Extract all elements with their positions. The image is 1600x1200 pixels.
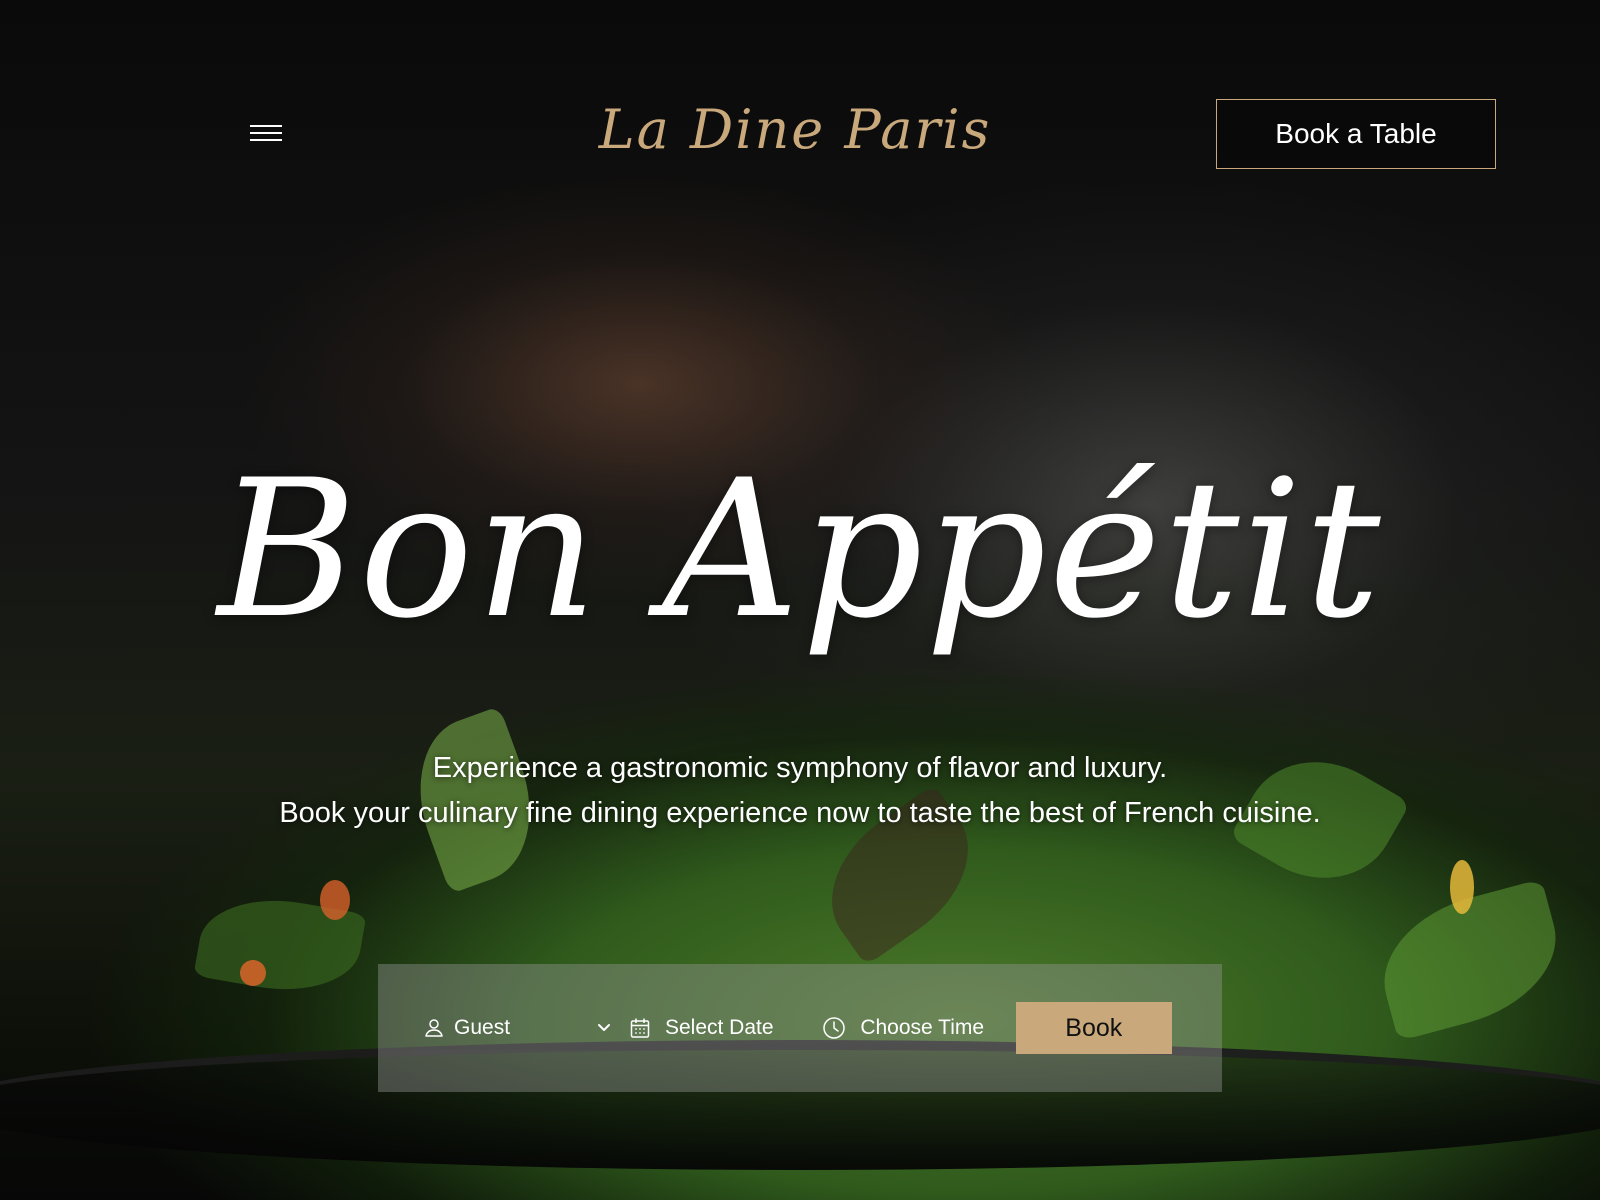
- date-label: Select Date: [664, 1016, 774, 1039]
- time-picker[interactable]: Choose Time: [822, 1016, 1003, 1040]
- hero-tagline-line-1: Experience a gastronomic symphony of fla…: [432, 752, 1168, 784]
- calendar-icon: [630, 1018, 650, 1038]
- site-logo[interactable]: La Dine Paris: [580, 98, 1010, 161]
- time-label: Choose Time: [860, 1016, 985, 1039]
- hero-tagline-line-2: Book your culinary fine dining experienc…: [279, 797, 1321, 829]
- person-icon: [425, 1019, 443, 1037]
- site-header: La Dine Paris Book a Table: [0, 0, 1600, 270]
- background-tomato: [320, 880, 350, 920]
- book-button[interactable]: Book: [1015, 1002, 1172, 1054]
- book-a-table-button[interactable]: Book a Table: [1216, 99, 1496, 169]
- hero-title: Bon Appétit: [217, 439, 1383, 660]
- background-tomato: [240, 960, 266, 986]
- hamburger-menu-icon[interactable]: [250, 120, 284, 146]
- chevron-down-icon: [597, 1024, 610, 1031]
- booking-form: Guest Select Date Choose Time Book: [378, 964, 1222, 1092]
- date-picker[interactable]: Select Date: [629, 1016, 808, 1040]
- background-corn: [1450, 860, 1474, 914]
- clock-icon: [823, 1017, 846, 1039]
- guest-label: Guest: [454, 1016, 511, 1039]
- guest-select[interactable]: Guest: [424, 1016, 611, 1040]
- hero-section: La Dine Paris Book a Table Bon Appétit E…: [0, 0, 1600, 1200]
